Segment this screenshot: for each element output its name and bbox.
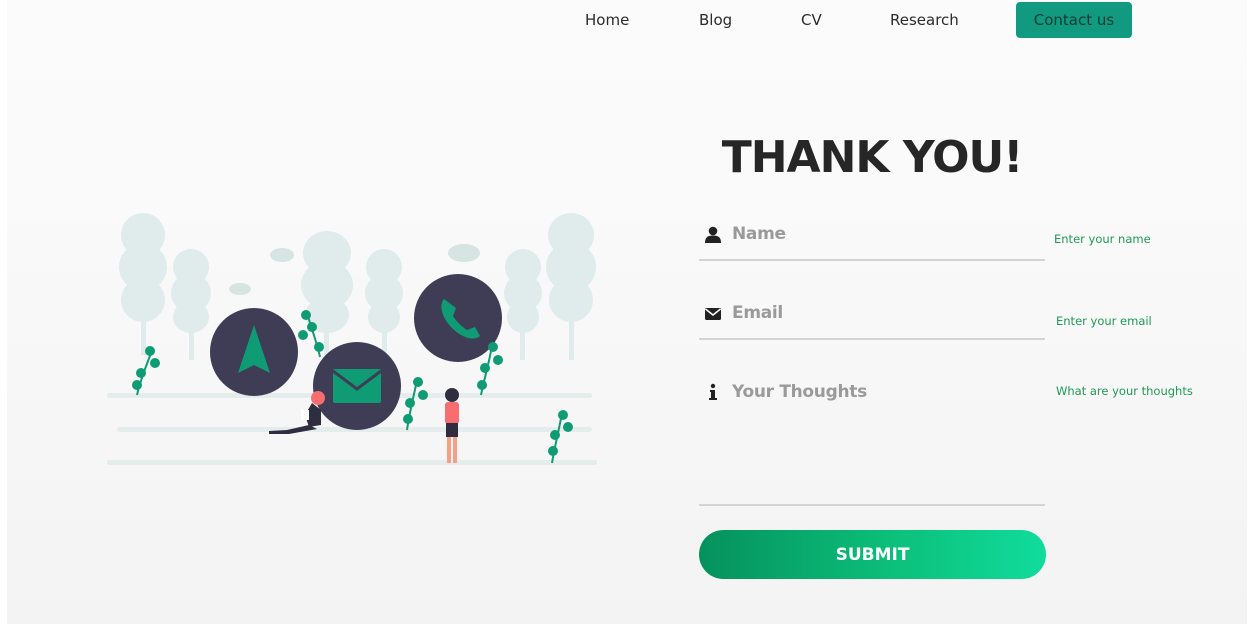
navigation-circle [210,308,298,396]
thoughts-textarea[interactable]: Your Thoughts [699,378,1045,508]
page-title: THANK YOU! [721,132,1024,183]
name-hint: Enter your name [1054,232,1151,246]
nav-blog[interactable]: Blog [699,10,732,30]
envelope-icon [333,369,381,403]
nav-home[interactable]: Home [585,10,629,30]
info-icon [709,383,717,400]
page: Home Blog CV Research Contact us THANK Y… [7,0,1247,624]
nav-cv[interactable]: CV [801,10,822,30]
email-underline [699,338,1045,340]
contact-illustration [107,213,597,465]
nav-research[interactable]: Research [890,10,959,30]
background-trees [119,213,596,360]
thoughts-placeholder: Your Thoughts [732,382,867,402]
name-underline [699,259,1045,261]
email-field[interactable]: Email [699,298,1045,342]
email-placeholder: Email [732,303,783,323]
thoughts-hint: What are your thoughts [1056,384,1193,398]
submit-button[interactable]: SUBMIT [699,530,1046,579]
email-circle [313,342,401,430]
nav-contact-button[interactable]: Contact us [1016,2,1132,38]
thoughts-underline [699,504,1045,506]
top-nav: Home Blog CV Research Contact us [7,0,1247,40]
user-icon [705,226,721,243]
name-placeholder: Name [732,224,786,244]
email-hint: Enter your email [1056,314,1152,328]
name-field[interactable]: Name [699,220,1045,264]
envelope-icon [705,308,721,320]
standing-person [445,388,459,463]
